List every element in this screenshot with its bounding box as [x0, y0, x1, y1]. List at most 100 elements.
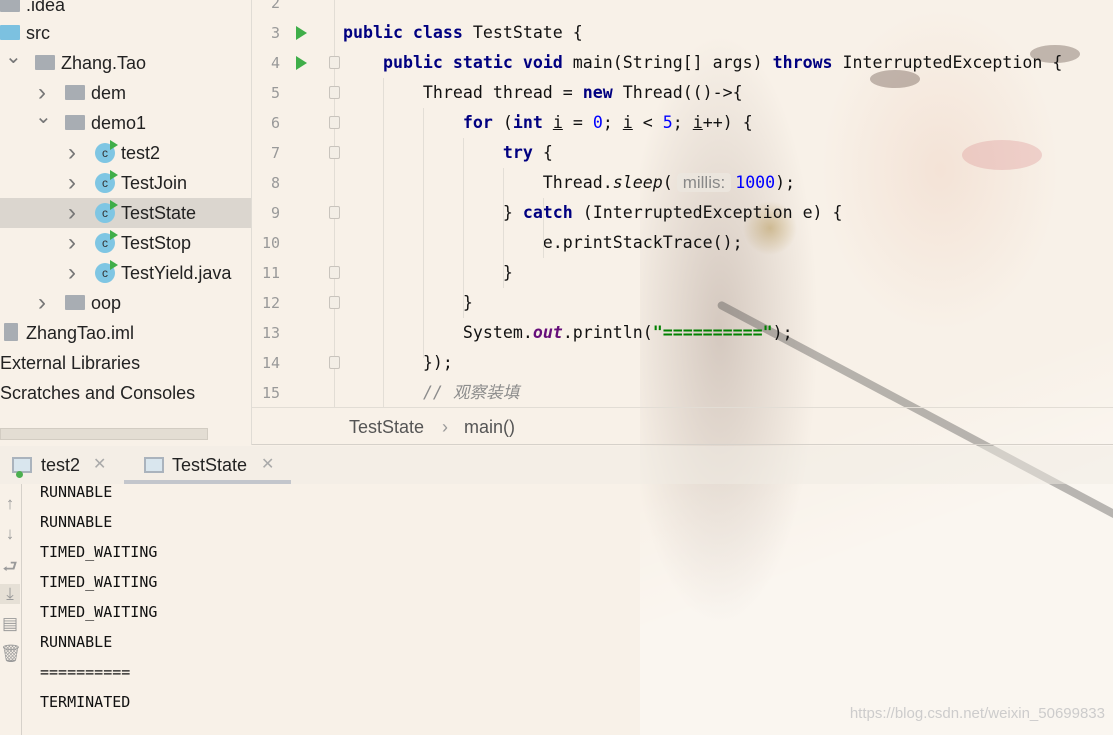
close-icon[interactable]: ✕: [261, 446, 274, 484]
line-number: 14: [261, 354, 280, 372]
code-token: }: [343, 293, 473, 312]
soft-wrap-icon[interactable]: ⮐: [0, 554, 20, 583]
watermark: https://blog.csdn.net/weixin_50699833: [849, 705, 1105, 722]
console-line: RUNNABLE: [40, 513, 113, 531]
line-number: 10: [261, 234, 280, 252]
fold-marker-icon[interactable]: [329, 206, 340, 219]
scroll-to-end-icon[interactable]: ⤓: [0, 584, 20, 604]
code-token: (: [502, 113, 513, 132]
fold-marker-icon[interactable]: [329, 116, 340, 129]
code-line: } catch (InterruptedException e) {: [343, 198, 843, 228]
line-number: 3: [270, 24, 280, 42]
code-token: sleep: [612, 173, 663, 192]
package-icon: [65, 85, 85, 100]
chevron-right-icon[interactable]: ›: [65, 138, 79, 168]
fold-marker-icon[interactable]: [329, 146, 340, 159]
code-token: }: [343, 263, 513, 282]
chevron-right-icon[interactable]: ›: [65, 258, 79, 288]
tree-item-external-libraries[interactable]: External Libraries: [0, 348, 251, 378]
console-line: RUNNABLE: [40, 633, 113, 651]
tree-item-label: oop: [91, 293, 122, 313]
chevron-right-icon[interactable]: ›: [35, 288, 49, 318]
code-line: // 观察装填: [343, 378, 519, 408]
code-line: Thread.sleep(millis: 1000);: [343, 168, 795, 198]
tree-item-label: ZhangTao.iml: [26, 323, 135, 343]
tree-item-testyield-java[interactable]: › c TestYield.java: [0, 258, 251, 288]
code-token: 1000: [735, 173, 776, 192]
line-number: 6: [270, 114, 280, 132]
tree-item--idea[interactable]: .idea: [0, 0, 251, 20]
run-gutter-icon[interactable]: [296, 26, 307, 40]
fold-marker-icon[interactable]: [329, 86, 340, 99]
folder-icon: [0, 0, 20, 12]
tree-item-demo1[interactable]: ⌄ demo1: [0, 106, 251, 138]
breadcrumb-class[interactable]: TestState: [349, 408, 424, 446]
code-line: }: [343, 288, 473, 318]
tree-item-zhangtao-iml[interactable]: ZhangTao.iml: [0, 318, 251, 348]
code-line: for (int i = 0; i < 5; i++) {: [343, 108, 753, 138]
java-class-icon: c: [95, 140, 118, 163]
run-gutter-icon[interactable]: [296, 56, 307, 70]
fold-marker-icon[interactable]: [329, 296, 340, 309]
chevron-down-icon[interactable]: ⌄: [35, 102, 52, 132]
breadcrumb-method[interactable]: main(): [464, 408, 515, 446]
console-icon: [12, 457, 32, 473]
tree-item-label: Zhang.Tao: [61, 53, 147, 73]
chevron-down-icon[interactable]: ⌄: [5, 42, 22, 72]
chevron-right-icon[interactable]: ›: [65, 198, 79, 228]
chevron-right-icon[interactable]: ›: [65, 228, 79, 258]
tab-label: TestState: [172, 455, 248, 475]
iml-file-icon: [4, 323, 18, 341]
code-token: (: [662, 173, 673, 192]
code-line: }: [343, 258, 513, 288]
tree-item-scratches-and-consoles[interactable]: Scratches and Consoles: [0, 378, 251, 408]
package-icon: [35, 55, 55, 70]
down-arrow-icon[interactable]: ↓: [0, 524, 20, 544]
code-token: int: [512, 113, 553, 132]
tree-item-testjoin[interactable]: › c TestJoin: [0, 168, 251, 198]
code-token: i: [552, 113, 563, 132]
indent-guide: [423, 108, 424, 358]
code-token: main(String[] args): [572, 53, 773, 72]
code-token: });: [343, 353, 453, 372]
chevron-right-icon[interactable]: ›: [65, 168, 79, 198]
code-token: public class: [343, 23, 473, 42]
code-line: public class TestState {: [343, 18, 583, 48]
indent-guide: [543, 198, 544, 258]
indent-guide: [383, 78, 384, 408]
code-token: ;: [602, 113, 623, 132]
line-number: 8: [270, 174, 280, 192]
source-folder-icon: [0, 25, 20, 40]
code-line: });: [343, 348, 453, 378]
console-line: TIMED_WAITING: [40, 603, 158, 621]
console-line: TIMED_WAITING: [40, 543, 158, 561]
code-token: (InterruptedException e) {: [582, 203, 843, 222]
tree-item-label: TestYield.java: [121, 263, 232, 283]
code-line: Thread thread = new Thread(()->{: [343, 78, 743, 108]
fold-marker-icon[interactable]: [329, 266, 340, 279]
project-tree-scrollbar[interactable]: [0, 428, 208, 440]
print-icon[interactable]: ▤: [0, 614, 20, 634]
tree-item-label: dem: [91, 83, 127, 103]
code-token: try: [502, 143, 543, 162]
tree-item-zhang-tao[interactable]: ⌄ Zhang.Tao: [0, 46, 251, 78]
console-line: RUNNABLE: [40, 483, 113, 501]
fold-marker-icon[interactable]: [329, 356, 340, 369]
tree-item-label: test2: [121, 143, 161, 163]
tree-item-test2[interactable]: › c test2: [0, 138, 251, 168]
code-token: =: [562, 113, 593, 132]
code-token: catch: [522, 203, 583, 222]
tree-item-label: TestStop: [121, 233, 192, 253]
code-token: <: [632, 113, 663, 132]
up-arrow-icon[interactable]: ↑: [0, 494, 20, 514]
code-token: "==========": [652, 323, 773, 342]
tree-item-src[interactable]: src: [0, 18, 251, 48]
code-token: System.: [343, 323, 533, 342]
tree-item-teststop[interactable]: › c TestStop: [0, 228, 251, 258]
tree-item-teststate[interactable]: › c TestState: [0, 198, 251, 228]
fold-marker-icon[interactable]: [329, 56, 340, 69]
tree-item-oop[interactable]: › oop: [0, 288, 251, 318]
trash-icon[interactable]: 🗑: [0, 644, 22, 664]
tab-teststate[interactable]: TestState ✕: [124, 446, 291, 484]
